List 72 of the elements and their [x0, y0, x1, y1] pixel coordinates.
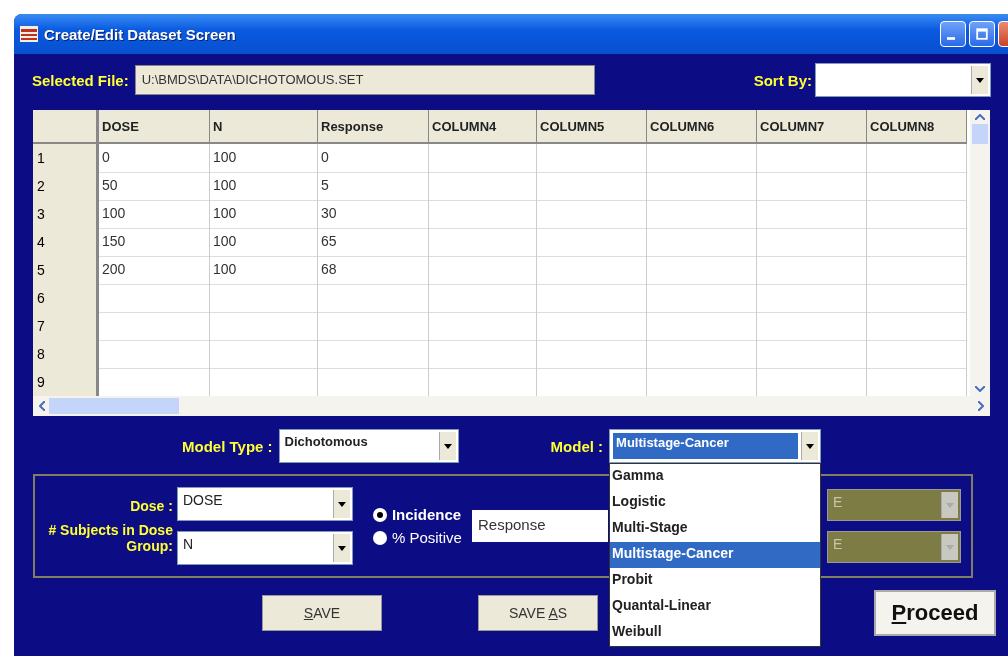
row-header[interactable]: 3	[33, 200, 99, 229]
column-header[interactable]: COLUMN5	[537, 110, 647, 144]
column-header[interactable]: COLUMN7	[757, 110, 867, 144]
table-cell: 100	[210, 256, 318, 285]
table-cell: 68	[318, 256, 429, 285]
column-header[interactable]: DOSE	[99, 110, 210, 144]
grid-corner	[33, 110, 99, 144]
vertical-scrollbar[interactable]	[970, 110, 990, 396]
table-cell: 50	[99, 172, 210, 201]
row-header[interactable]: 1	[33, 144, 99, 173]
selected-file-field[interactable]: U:\BMDS\DATA\DICHOTOMOUS.SET	[134, 65, 595, 95]
model-type-dropdown[interactable]: Dichotomous	[278, 429, 459, 463]
response-field[interactable]: Response	[471, 510, 608, 542]
row-header[interactable]: 7	[33, 312, 99, 341]
horizontal-scrollbar[interactable]	[33, 396, 990, 416]
table-cell: 100	[210, 172, 318, 201]
subjects-label: # Subjects in Dose Group:	[47, 521, 173, 555]
scroll-left-icon[interactable]	[39, 401, 45, 411]
row-header[interactable]: 5	[33, 256, 99, 285]
table-cell: 100	[99, 200, 210, 229]
scroll-right-icon[interactable]	[978, 401, 984, 411]
table-cell: 0	[99, 144, 210, 173]
minimize-icon	[947, 36, 955, 40]
scroll-up-icon[interactable]	[975, 114, 985, 120]
table-cell: 30	[318, 200, 429, 229]
column-header[interactable]: Response	[318, 110, 429, 144]
dropdown-option[interactable]: Probit	[610, 568, 821, 594]
maximize-icon	[976, 28, 988, 40]
column-header[interactable]: N	[210, 110, 318, 144]
table-cell: 5	[318, 172, 429, 201]
dropdown-option[interactable]: Logistic	[610, 490, 821, 516]
scroll-thumb[interactable]	[49, 398, 179, 414]
minimize-button[interactable]	[940, 21, 966, 47]
selected-file-label: Selected File:	[32, 71, 129, 89]
dropdown-option[interactable]: Gamma	[610, 464, 821, 490]
scroll-down-icon[interactable]	[975, 386, 985, 392]
maximize-button[interactable]	[969, 21, 995, 47]
row-header[interactable]: 2	[33, 172, 99, 201]
row-header[interactable]: 4	[33, 228, 99, 257]
dose-dropdown[interactable]: DOSE	[176, 487, 353, 521]
scroll-thumb[interactable]	[972, 124, 988, 144]
table-cell: 65	[318, 228, 429, 257]
sort-by-label: Sort By:	[753, 71, 812, 89]
dose-label: Dose :	[130, 497, 173, 514]
window-title: Create/Edit Dataset Screen	[44, 25, 236, 43]
model-dropdown[interactable]: Multistage-Cancer	[609, 429, 822, 463]
sort-by-dropdown[interactable]	[815, 63, 991, 97]
dropdown-option[interactable]: Quantal-Linear	[610, 594, 821, 620]
radio-option[interactable]: Incidence	[372, 506, 462, 523]
dropdown-option[interactable]: Multistage-Cancer	[610, 542, 821, 568]
table-cell: 100	[210, 144, 318, 173]
proceed-button[interactable]: Proceed	[874, 590, 996, 636]
table-cell: 100	[210, 200, 318, 229]
table-cell: 100	[210, 228, 318, 257]
model-label: Model :	[550, 437, 604, 455]
save-button[interactable]: SAVE AS	[478, 595, 598, 631]
column-header[interactable]: COLUMN8	[867, 110, 967, 144]
radio-option[interactable]: % Positive	[372, 529, 462, 546]
dropdown-option[interactable]: Weibull	[610, 620, 821, 646]
save-button[interactable]: SAVE	[262, 595, 382, 631]
column-header[interactable]: COLUMN6	[647, 110, 757, 144]
subjects-dropdown[interactable]: N	[176, 531, 353, 565]
table-cell: 150	[99, 228, 210, 257]
row-header[interactable]: 9	[33, 368, 99, 396]
app-icon	[20, 26, 38, 42]
column-header[interactable]: COLUMN4	[429, 110, 537, 144]
row-header[interactable]: 8	[33, 340, 99, 369]
dropdown-option[interactable]: Multi-Stage	[610, 516, 821, 542]
row-header[interactable]: 6	[33, 284, 99, 313]
table-cell: 200	[99, 256, 210, 285]
table-cell: 0	[318, 144, 429, 173]
model-type-label: Model Type :	[182, 437, 273, 455]
